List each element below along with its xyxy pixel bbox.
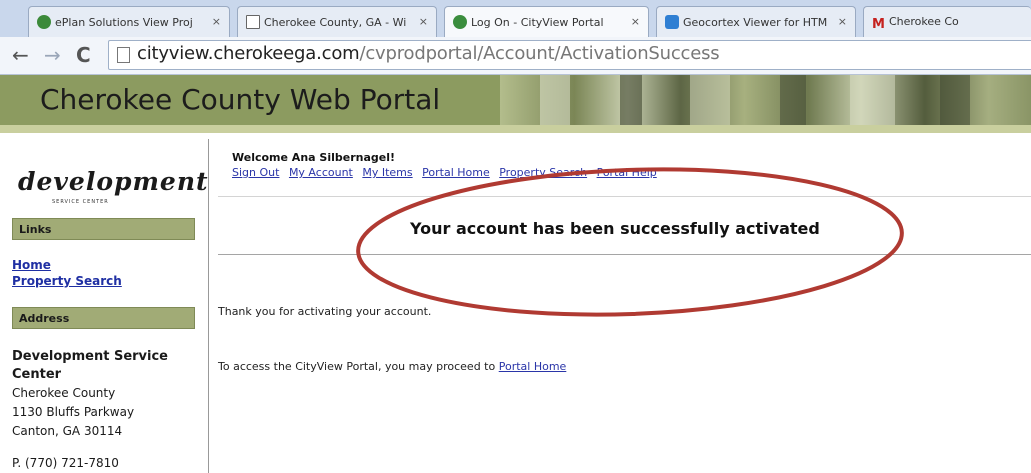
close-icon[interactable]: × (212, 15, 221, 28)
address-name-line: Center (12, 367, 62, 382)
tab-favicon: M (872, 17, 885, 32)
tab-favicon (37, 15, 51, 29)
portal-nav: Sign Out My Account My Items Portal Home… (232, 166, 663, 179)
sidebar: development SERVICE CENTER (0, 133, 208, 473)
address-line: Canton, GA 30114 (12, 424, 123, 438)
thank-you-text: Thank you for activating your account. (218, 305, 432, 318)
nav-link-property-search[interactable]: Property Search (499, 166, 587, 179)
page-icon (117, 47, 130, 63)
browser-toolbar: ← → C cityview.cherokeega.com/cvprodport… (0, 37, 1031, 75)
welcome-message: Welcome Ana Silbernagel! (232, 151, 395, 164)
access-text-prefix: To access the CityView Portal, you may p… (218, 360, 499, 373)
red-circle-highlight (356, 167, 904, 317)
tab-favicon (453, 15, 467, 29)
address-name-line: Development Service (12, 349, 168, 364)
tab-title: ePlan Solutions View Proj (55, 16, 193, 29)
sidebar-link-home[interactable]: Home (12, 258, 51, 272)
tab-title: Cherokee County, GA - Wi (264, 16, 407, 29)
url-text[interactable]: cityview.cherokeega.com/cvprodportal/Acc… (137, 43, 720, 64)
nav-link-portal-home[interactable]: Portal Home (422, 166, 490, 179)
activation-headline: Your account has been successfully activ… (410, 219, 820, 238)
forward-arrow-icon[interactable]: → (44, 43, 61, 67)
sidebar-link-property-search[interactable]: Property Search (12, 274, 122, 288)
banner-strip (0, 125, 1031, 133)
banner-photo-collage (500, 75, 1031, 125)
divider (218, 196, 1031, 197)
browser-tab[interactable]: M Cherokee Co (863, 6, 1031, 37)
divider (218, 254, 1031, 255)
reload-icon[interactable]: C (76, 43, 91, 67)
column-divider (208, 139, 209, 473)
nav-link-my-account[interactable]: My Account (289, 166, 353, 179)
tab-title: Geocortex Viewer for HTM (683, 16, 828, 29)
url-path: /cvprodportal/Account/ActivationSuccess (359, 43, 720, 64)
tab-favicon (246, 15, 260, 29)
close-icon[interactable]: × (419, 15, 428, 28)
tab-title: Log On - CityView Portal (471, 16, 604, 29)
portal-home-link[interactable]: Portal Home (499, 360, 567, 373)
tab-title: Cherokee Co (888, 15, 959, 28)
browser-tab-strip: ePlan Solutions View Proj × Cherokee Cou… (0, 0, 1031, 37)
address-line: Cherokee County (12, 386, 116, 400)
back-arrow-icon[interactable]: ← (12, 43, 29, 67)
browser-tab[interactable]: Geocortex Viewer for HTM × (656, 6, 856, 37)
url-host: cityview.cherokeega.com (137, 43, 360, 64)
address-bar[interactable]: cityview.cherokeega.com/cvprodportal/Acc… (108, 40, 1031, 70)
logo-subtext: SERVICE CENTER (52, 199, 109, 205)
address-line: 1130 Bluffs Parkway (12, 405, 135, 419)
nav-link-my-items[interactable]: My Items (362, 166, 412, 179)
address-heading: Address (12, 307, 195, 329)
portal-title: Cherokee County Web Portal (40, 83, 441, 116)
logo-wordmark: development (18, 167, 209, 196)
tab-favicon (665, 15, 679, 29)
browser-tab[interactable]: ePlan Solutions View Proj × (28, 6, 230, 37)
portal-banner: Cherokee County Web Portal (0, 75, 1031, 125)
links-heading: Links (12, 218, 195, 240)
phone-number: P. (770) 721-7810 (12, 456, 119, 470)
browser-tab-active[interactable]: Log On - CityView Portal × (444, 6, 649, 37)
nav-link-portal-help[interactable]: Portal Help (597, 166, 657, 179)
development-logo: development SERVICE CENTER (12, 163, 208, 213)
nav-link-sign-out[interactable]: Sign Out (232, 166, 279, 179)
close-icon[interactable]: × (838, 15, 847, 28)
close-icon[interactable]: × (631, 15, 640, 28)
browser-tab[interactable]: Cherokee County, GA - Wi × (237, 6, 437, 37)
access-text: To access the CityView Portal, you may p… (218, 360, 566, 373)
